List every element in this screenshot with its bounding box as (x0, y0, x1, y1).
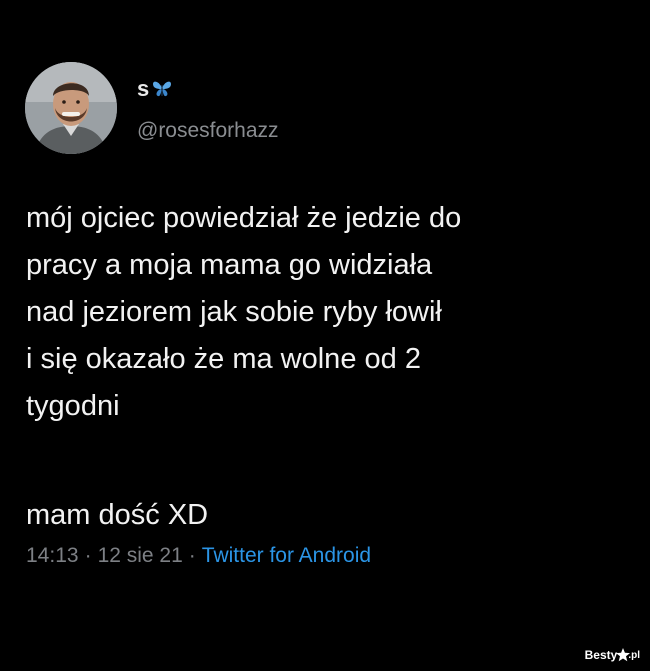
avatar[interactable] (25, 62, 117, 154)
tweet-meta: 14:13 · 12 sie 21 · Twitter for Android (26, 542, 371, 570)
tweet-body-paragraph: mam dość XD (26, 499, 209, 531)
tweet-body-line: i się okazało że ma wolne od 2 (26, 343, 421, 375)
blue-butterfly-icon (153, 81, 172, 97)
watermark: Besty .pl (585, 647, 640, 663)
tweet-body-line: nad jeziorem jak sobie ryby łowił (26, 296, 442, 328)
tweet-time[interactable]: 14:13 (26, 544, 79, 567)
tweet-body-line: tygodni (26, 390, 120, 422)
user-handle[interactable]: @rosesforhazz (137, 118, 279, 144)
tweet-body: mój ojciec powiedział że jedzie do pracy… (26, 195, 626, 430)
tweet-date[interactable]: 12 sie 21 (98, 544, 183, 567)
watermark-tld: .pl (628, 649, 640, 661)
tweet-body-line: pracy a moja mama go widziała (26, 249, 433, 281)
tweet-source-link[interactable]: Twitter for Android (202, 544, 371, 567)
watermark-text: Besty (584, 648, 618, 662)
author-name-row[interactable]: s (137, 76, 173, 102)
tweet-card: s @rosesforhazz mój ojciec powiedział że… (0, 0, 650, 671)
display-name[interactable]: s (137, 76, 149, 102)
tweet-body-line: mój ojciec powiedział że jedzie do (26, 202, 462, 234)
meta-separator: · (84, 544, 92, 567)
avatar-photo (25, 62, 117, 154)
meta-separator: · (188, 544, 196, 567)
